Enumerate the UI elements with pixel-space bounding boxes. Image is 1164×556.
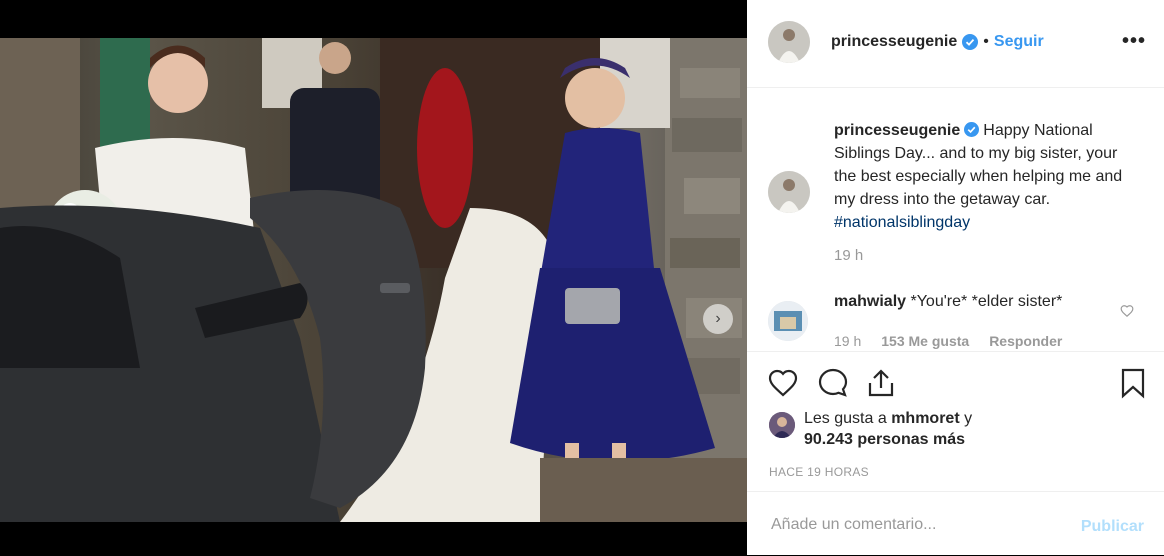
publish-button[interactable]: Publicar	[1081, 518, 1144, 536]
likes-summary[interactable]: Les gusta a mhmoret y 90.243 personas má…	[769, 408, 972, 450]
follow-button[interactable]: Seguir	[994, 33, 1044, 51]
caption-time[interactable]: 19 h	[834, 247, 863, 264]
likes-prefix: Les gusta a	[804, 410, 887, 427]
likes-text: Les gusta a mhmoret y 90.243 personas má…	[804, 408, 972, 450]
header-username[interactable]: princesseugenie	[831, 33, 957, 51]
more-options-icon[interactable]: •••	[1122, 30, 1146, 53]
likes-user[interactable]: mhmoret	[891, 410, 959, 427]
comment-like-heart-icon[interactable]	[1120, 304, 1134, 318]
avatar-image	[768, 171, 810, 213]
post-media[interactable]: ›	[0, 0, 747, 555]
avatar[interactable]	[768, 171, 810, 213]
avatar-image	[768, 301, 808, 341]
comment-text: *You're* *elder sister*	[910, 293, 1063, 310]
post-caption: princesseugenie Happy National Siblings D…	[834, 119, 1144, 234]
reply-button[interactable]: Responder	[989, 333, 1062, 349]
likes-count[interactable]: 90.243 personas más	[804, 431, 965, 448]
verified-badge-icon	[964, 122, 980, 137]
like-heart-icon[interactable]	[767, 366, 799, 400]
post-header: princesseugenie • Seguir •••	[747, 0, 1164, 88]
avatar-image	[769, 412, 795, 438]
avatar-image	[768, 21, 810, 63]
comment: mahwialy *You're* *elder sister*	[834, 293, 1062, 311]
hashtag-link[interactable]: #nationalsiblingday	[834, 214, 970, 231]
post-photo[interactable]: ›	[0, 38, 747, 522]
avatar[interactable]	[768, 301, 808, 341]
comment-likes[interactable]: 153 Me gusta	[881, 333, 969, 349]
comment-time[interactable]: 19 h	[834, 333, 861, 349]
comment-input[interactable]	[769, 510, 1063, 540]
post-actions: Les gusta a mhmoret y 90.243 personas má…	[747, 351, 1164, 492]
likes-connector: y	[964, 410, 973, 427]
verified-badge-icon	[962, 34, 979, 50]
avatar	[769, 412, 795, 438]
comment-username[interactable]: mahwialy	[834, 293, 906, 310]
comment-bubble-icon[interactable]	[817, 366, 849, 400]
post-details-panel: princesseugenie • Seguir ••• princesseug…	[747, 0, 1164, 555]
comments-section[interactable]: princesseugenie Happy National Siblings D…	[747, 88, 1164, 350]
caption-username[interactable]: princesseugenie	[834, 122, 960, 139]
header-user-line: princesseugenie • Seguir	[831, 33, 1044, 51]
header-separator: •	[983, 33, 989, 50]
wedding-photo-illustration	[0, 38, 747, 522]
post-timestamp[interactable]: HACE 19 HORAS	[769, 465, 869, 479]
carousel-next-icon[interactable]: ›	[703, 304, 733, 334]
comment-meta: 19 h 153 Me gusta Responder	[834, 333, 1062, 349]
share-icon[interactable]	[865, 366, 897, 400]
avatar[interactable]	[768, 21, 810, 63]
add-comment-bar: Publicar	[747, 491, 1164, 556]
save-bookmark-icon[interactable]	[1117, 366, 1149, 400]
